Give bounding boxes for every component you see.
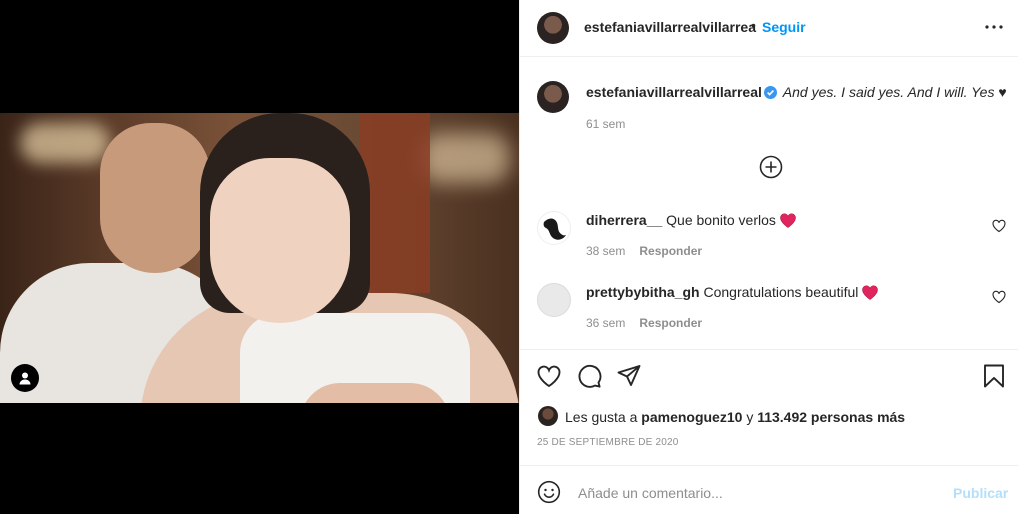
post-username[interactable]: estefaniavillarrealvillarrea — [584, 19, 756, 35]
bookmark-icon[interactable] — [981, 363, 1007, 389]
likes-user[interactable]: pamenoguez10 — [641, 409, 742, 425]
reply-button[interactable]: Responder — [639, 244, 702, 258]
add-circle-icon[interactable] — [759, 155, 783, 179]
divider — [520, 465, 1018, 466]
post-header: estefaniavillarrealvillarrea • Seguir — [520, 0, 1018, 57]
avatar[interactable] — [537, 12, 569, 44]
comment-avatar[interactable] — [537, 283, 571, 317]
verified-icon — [763, 86, 777, 99]
caption: estefaniavillarrealvillarreal And yes. I… — [586, 84, 1007, 100]
comment: diherrera__ Que bonito verlos — [586, 212, 796, 228]
like-icon[interactable] — [536, 363, 562, 389]
likes-prefix: Les gusta a — [565, 409, 638, 425]
comment-meta: 38 sem Responder — [586, 244, 702, 258]
more-icon[interactable] — [982, 17, 1006, 37]
photo-light — [20, 123, 110, 163]
comment-time[interactable]: 36 sem — [586, 316, 625, 330]
emoji-icon[interactable] — [537, 480, 561, 504]
caption-time[interactable]: 61 sem — [586, 117, 625, 131]
caption-avatar[interactable] — [537, 81, 569, 113]
post-media[interactable] — [0, 0, 519, 514]
user-tag-icon[interactable] — [11, 364, 39, 392]
caption-username[interactable]: estefaniavillarrealvillarreal — [586, 84, 762, 100]
photo-person-man-head — [100, 123, 210, 273]
heart-icon[interactable] — [992, 290, 1006, 304]
comment-meta: 36 sem Responder — [586, 316, 702, 330]
likes-count[interactable]: 113.492 personas más — [757, 409, 905, 425]
comment-input[interactable] — [576, 479, 940, 507]
heart-icon[interactable] — [992, 219, 1006, 233]
comment-username[interactable]: prettybybitha_gh — [586, 284, 700, 300]
post-date[interactable]: 25 DE SEPTIEMBRE DE 2020 — [537, 437, 679, 448]
comment: prettybybitha_gh Congratulations beautif… — [586, 284, 879, 300]
reply-button[interactable]: Responder — [639, 316, 702, 330]
photo-background — [360, 113, 430, 293]
divider — [520, 349, 1018, 350]
share-icon[interactable] — [616, 363, 642, 389]
likes-summary: Les gusta a pamenoguez10 y 113.492 perso… — [565, 409, 905, 425]
follow-button[interactable]: Seguir — [762, 19, 806, 35]
comment-avatar[interactable] — [537, 211, 571, 245]
red-heart-icon — [780, 213, 796, 228]
photo-person-woman-face — [210, 158, 350, 323]
comment-icon[interactable] — [576, 363, 602, 389]
comment-text: Congratulations beautiful — [703, 284, 859, 300]
red-heart-icon — [862, 285, 879, 300]
likes-avatar[interactable] — [538, 406, 558, 426]
publish-button[interactable]: Publicar — [953, 485, 1008, 501]
comment-text: Que bonito verlos — [666, 212, 776, 228]
likes-connector: y — [746, 409, 754, 425]
separator-dot: • — [751, 17, 756, 33]
photo-light — [420, 133, 510, 183]
comment-username[interactable]: diherrera__ — [586, 212, 662, 228]
post-panel: estefaniavillarrealvillarrea • Seguir es… — [519, 0, 1018, 514]
caption-text: And yes. I said yes. And I will. Yes ♥ — [782, 84, 1007, 100]
post-photo[interactable] — [0, 113, 519, 403]
comment-time[interactable]: 38 sem — [586, 244, 625, 258]
